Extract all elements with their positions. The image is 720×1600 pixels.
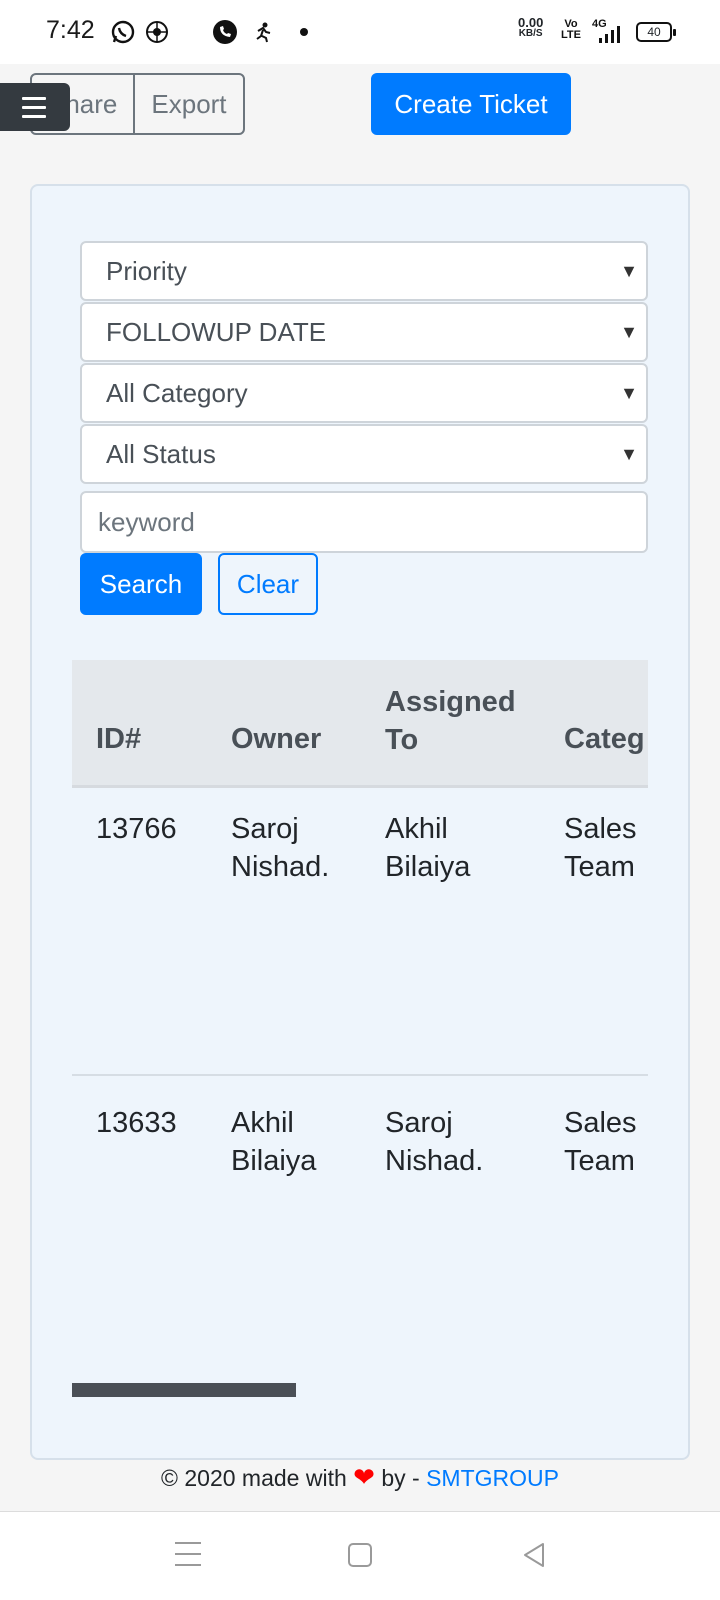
volte-indicator: Vo LTE [561,19,581,41]
column-header-assigned-line1: Assigned [385,686,516,718]
back-icon[interactable] [521,1542,547,1568]
priority-select-value: Priority [106,256,187,286]
cell-owner-line2: Bilaiya [231,1145,317,1177]
footer-middle: by - [381,1465,420,1491]
column-header-id[interactable]: ID# [96,720,141,758]
horizontal-scrollbar[interactable] [72,1383,296,1397]
cell-owner: Akhil Bilaiya [231,1104,316,1180]
cell-assigned-line1: Saroj [385,1107,453,1139]
chevron-down-icon: ▼ [620,444,638,464]
cell-category-line1: Sales [564,813,637,845]
hamburger-icon [22,96,46,100]
export-button[interactable]: Export [133,75,242,133]
table-header: ID# Owner Assigned To Categ [72,660,648,788]
chevron-down-icon: ▼ [620,383,638,403]
recent-apps-icon[interactable] [175,1542,201,1566]
chevron-down-icon: ▼ [620,261,638,281]
cell-id: 13633 [96,1107,177,1139]
heart-icon: ❤ [353,1462,375,1492]
speed-unit: KB/S [518,28,543,39]
hamburger-line [22,114,46,118]
tickets-table[interactable]: ID# Owner Assigned To Categ 13766 Saroj … [72,660,648,1400]
page-footer: © 2020 made with ❤ by - SMTGROUP [0,1460,720,1510]
column-header-assigned-line2: To [385,724,419,756]
clear-button[interactable]: Clear [218,553,318,615]
cell-assigned-line2: Nishad. [385,1145,484,1177]
status-time: 7:42 [46,16,95,44]
cell-assigned-to: Saroj Nishad. [385,1104,483,1180]
status-select[interactable]: All Status ▼ [80,424,648,484]
cell-category-line2: Team [564,1145,635,1177]
recent-apps-line [175,1542,201,1544]
footer-prefix: © 2020 made with [161,1465,347,1491]
menu-toggle-button[interactable] [0,83,70,131]
cell-category: Sales Team [564,810,637,886]
footer-brand-link[interactable]: SMTGROUP [426,1465,559,1491]
cell-assigned-line1: Akhil [385,813,448,845]
runner-icon [256,22,271,43]
system-nav-bar [0,1512,720,1600]
hamburger-line [22,105,46,109]
followup-date-select[interactable]: FOLLOWUP DATE ▼ [80,302,648,362]
cell-assigned-line2: Bilaiya [385,851,471,883]
create-ticket-button[interactable]: Create Ticket [371,73,571,135]
cell-category: Sales Team [564,1104,637,1180]
tickets-card: Priority ▼ FOLLOWUP DATE ▼ All Category … [30,184,690,1460]
recent-apps-line [175,1553,201,1555]
lte-label: LTE [561,29,581,41]
recent-apps-line [175,1564,201,1566]
cell-id: 13766 [96,813,177,845]
battery-level: 40 [647,25,661,39]
top-toolbar: Share Export Create Ticket [0,64,720,184]
cell-owner-line1: Saroj [231,813,299,845]
keyword-input[interactable] [80,491,648,553]
app-icon [146,21,168,43]
column-header-assigned-to[interactable]: Assigned To [385,683,516,759]
status-bar: 7:42 0.00 KB/S Vo LTE 4G 40 [0,0,720,64]
chevron-down-icon: ▼ [620,322,638,342]
cell-owner-line2: Nishad. [231,851,330,883]
phone-call-icon [213,20,237,44]
priority-select[interactable]: Priority ▼ [80,241,648,301]
whatsapp-icon [111,20,135,44]
row-divider [72,1074,648,1076]
battery-icon: 40 [636,22,676,42]
network-speed: 0.00 KB/S [518,16,543,39]
category-select-value: All Category [106,378,248,408]
category-select[interactable]: All Category ▼ [80,363,648,423]
dot-icon [300,28,308,36]
column-header-owner[interactable]: Owner [231,720,321,758]
home-icon[interactable] [348,1543,372,1567]
cell-owner: Saroj Nishad. [231,810,329,886]
followup-date-select-value: FOLLOWUP DATE [106,317,327,347]
cell-category-line1: Sales [564,1107,637,1139]
search-button[interactable]: Search [80,553,202,615]
status-select-value: All Status [106,439,216,469]
signal-icon [599,26,620,43]
cell-category-line2: Team [564,851,635,883]
cell-assigned-to: Akhil Bilaiya [385,810,470,886]
column-header-category[interactable]: Categ [564,720,645,758]
cell-owner-line1: Akhil [231,1107,294,1139]
